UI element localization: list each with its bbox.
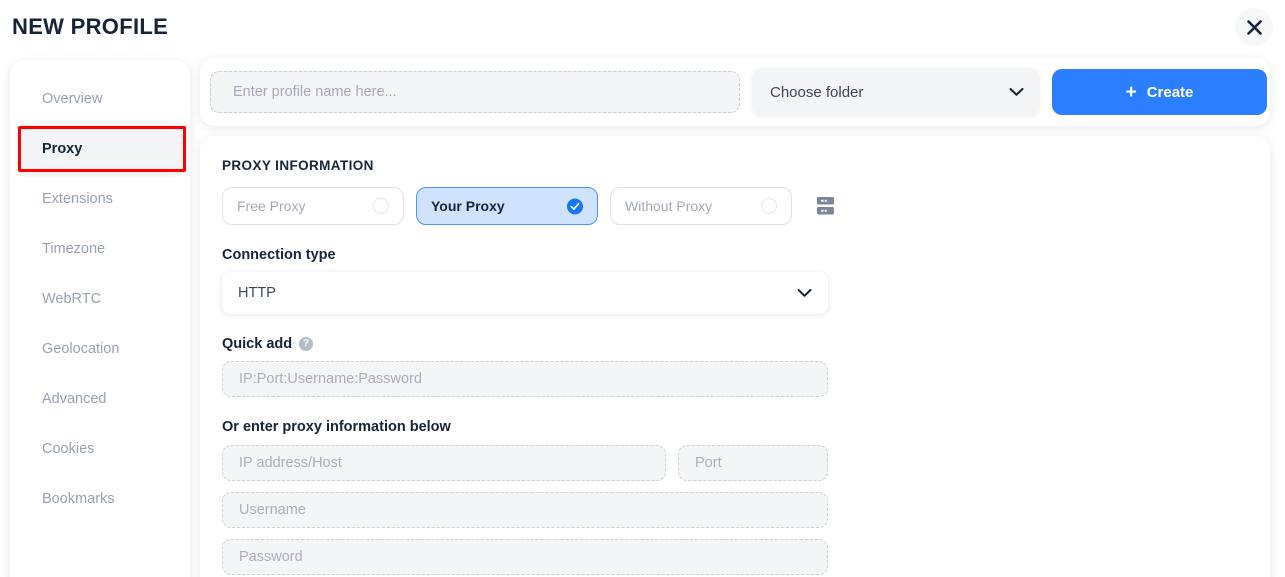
sidebar-item-label: WebRTC — [42, 291, 102, 307]
proxy-mode-group: Free Proxy Your Proxy Without Proxy — [222, 187, 1248, 225]
create-button-label: Create — [1146, 83, 1194, 101]
folder-select[interactable]: Choose folder — [752, 68, 1040, 116]
sidebar: Overview Proxy Extensions Timezone WebRT… — [10, 60, 190, 577]
help-icon[interactable]: ? — [299, 337, 314, 351]
create-button[interactable]: + Create — [1052, 69, 1267, 115]
proxy-mode-label: Your Proxy — [431, 198, 505, 214]
close-button[interactable] — [1235, 8, 1273, 46]
chevron-down-icon — [797, 289, 812, 298]
sidebar-item-webrtc[interactable]: WebRTC — [18, 274, 182, 324]
proxy-mode-your-proxy[interactable]: Your Proxy — [416, 187, 598, 225]
radio-checked-icon — [567, 198, 583, 214]
server-icon[interactable] — [816, 195, 835, 217]
sidebar-item-overview[interactable]: Overview — [18, 74, 182, 124]
ip-port-row — [222, 445, 1248, 481]
sidebar-item-advanced[interactable]: Advanced — [18, 374, 182, 424]
sidebar-item-label: Cookies — [42, 441, 95, 457]
quick-add-label-text: Quick add — [222, 336, 293, 352]
port-input[interactable] — [678, 445, 828, 481]
ip-address-input[interactable] — [222, 445, 666, 481]
connection-type-select[interactable]: HTTP — [222, 272, 828, 314]
connection-type-label-text: Connection type — [222, 247, 336, 263]
folder-select-label: Choose folder — [770, 83, 864, 101]
radio-unchecked-icon — [373, 198, 389, 214]
connection-type-label: Connection type — [222, 247, 1248, 263]
sidebar-item-label: Timezone — [42, 241, 106, 257]
manual-entry-label: Or enter proxy information below — [222, 419, 451, 435]
profile-name-input[interactable] — [210, 71, 740, 113]
sidebar-item-label: Extensions — [42, 191, 113, 207]
sidebar-item-label: Geolocation — [42, 341, 120, 357]
profile-toolbar: Choose folder + Create — [200, 58, 1270, 126]
sidebar-item-geolocation[interactable]: Geolocation — [18, 324, 182, 374]
username-input[interactable] — [222, 492, 828, 528]
proxy-mode-without-proxy[interactable]: Without Proxy — [610, 187, 792, 225]
proxy-mode-label: Free Proxy — [237, 198, 306, 214]
proxy-section-title: PROXY INFORMATION — [222, 158, 374, 173]
sidebar-item-label: Bookmarks — [42, 491, 115, 507]
sidebar-item-label: Overview — [42, 91, 103, 107]
page-title: NEW PROFILE — [12, 14, 169, 39]
proxy-mode-free-proxy[interactable]: Free Proxy — [222, 187, 404, 225]
sidebar-item-extensions[interactable]: Extensions — [18, 174, 182, 224]
password-input[interactable] — [222, 539, 828, 575]
proxy-mode-label: Without Proxy — [625, 198, 713, 214]
close-icon — [1246, 19, 1263, 36]
sidebar-item-label: Proxy — [42, 141, 83, 157]
sidebar-item-proxy[interactable]: Proxy — [18, 124, 182, 174]
plus-icon: + — [1125, 81, 1137, 103]
proxy-panel: PROXY INFORMATION Free Proxy Your Proxy … — [200, 136, 1270, 577]
sidebar-item-cookies[interactable]: Cookies — [18, 424, 182, 474]
new-profile-dialog: NEW PROFILE Overview Proxy Extensions Ti… — [0, 0, 1285, 577]
quick-add-input[interactable] — [222, 361, 828, 397]
sidebar-item-bookmarks[interactable]: Bookmarks — [18, 474, 182, 524]
chevron-down-icon — [1009, 88, 1024, 97]
connection-type-value: HTTP — [238, 285, 276, 301]
sidebar-item-label: Advanced — [42, 391, 107, 407]
quick-add-label: Quick add ? — [222, 336, 1248, 352]
sidebar-item-timezone[interactable]: Timezone — [18, 224, 182, 274]
radio-unchecked-icon — [761, 198, 777, 214]
